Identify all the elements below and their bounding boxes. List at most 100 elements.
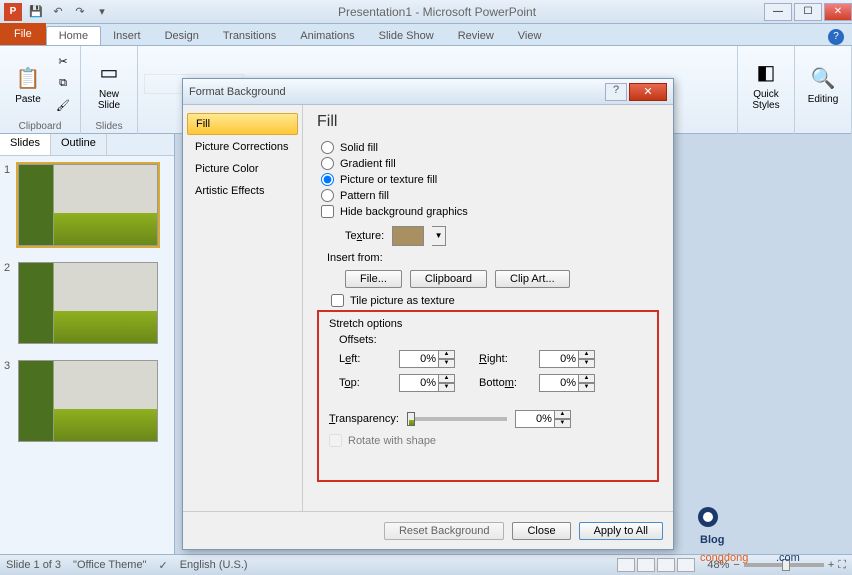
spin-up-icon[interactable]: ▲ — [439, 350, 455, 359]
spin-up-icon[interactable]: ▲ — [439, 374, 455, 383]
quick-styles-button[interactable]: ◧ Quick Styles — [744, 55, 788, 113]
maximize-button[interactable]: ☐ — [794, 3, 822, 21]
slideshow-view-icon[interactable] — [677, 558, 695, 572]
slide-panel: Slides Outline 1 2 3 — [0, 134, 175, 554]
close-dialog-button[interactable]: Close — [512, 522, 570, 540]
copy-icon[interactable]: ⧉ — [52, 74, 74, 94]
dialog-footer: Reset Background Close Apply to All — [183, 511, 673, 549]
spin-up-icon[interactable]: ▲ — [555, 410, 571, 419]
tab-slides-thumbnails[interactable]: Slides — [0, 134, 51, 155]
format-painter-icon[interactable]: 🖌 — [52, 96, 74, 116]
offset-top-input[interactable] — [399, 374, 439, 392]
offset-top-label: Top: — [339, 377, 389, 389]
spin-down-icon[interactable]: ▼ — [579, 359, 595, 368]
spin-down-icon[interactable]: ▼ — [439, 383, 455, 392]
tab-file[interactable]: File — [0, 23, 46, 45]
app-icon: P — [4, 3, 22, 21]
ribbon-tabs: File Home Insert Design Transitions Anim… — [0, 24, 852, 46]
group-editing: 🔍 Editing — [795, 46, 852, 134]
minimize-button[interactable]: — — [764, 3, 792, 21]
zoom-slider[interactable] — [744, 563, 824, 567]
new-slide-button[interactable]: ▭ New Slide — [87, 55, 131, 113]
tab-review[interactable]: Review — [446, 27, 506, 45]
spin-down-icon[interactable]: ▼ — [555, 419, 571, 428]
quick-styles-icon: ◧ — [750, 57, 782, 89]
tab-insert[interactable]: Insert — [101, 27, 153, 45]
paste-icon: 📋 — [12, 62, 44, 94]
dialog-close-button[interactable]: ✕ — [629, 83, 667, 101]
group-clipboard: 📋 Paste ✂ ⧉ 🖌 Clipboard — [0, 46, 81, 134]
insert-clipart-button[interactable]: Clip Art... — [495, 270, 570, 288]
fit-window-icon[interactable]: ⛶ — [838, 559, 846, 572]
tab-view[interactable]: View — [506, 27, 554, 45]
group-drawing: ◧ Quick Styles — [738, 46, 795, 134]
texture-dropdown-icon[interactable]: ▼ — [432, 226, 446, 246]
zoom-out-icon[interactable]: − — [733, 559, 739, 571]
insert-clipboard-button[interactable]: Clipboard — [410, 270, 487, 288]
tab-design[interactable]: Design — [153, 27, 211, 45]
group-slides: ▭ New Slide Slides — [81, 46, 138, 134]
help-icon[interactable]: ? — [828, 29, 844, 45]
spin-down-icon[interactable]: ▼ — [579, 383, 595, 392]
tab-transitions[interactable]: Transitions — [211, 27, 288, 45]
normal-view-icon[interactable] — [617, 558, 635, 572]
nav-picture-corrections[interactable]: Picture Corrections — [187, 137, 298, 157]
transparency-slider[interactable] — [407, 417, 507, 421]
tab-animations[interactable]: Animations — [288, 27, 366, 45]
radio-gradient-fill[interactable] — [321, 157, 334, 170]
slide-counter: Slide 1 of 3 — [6, 559, 61, 571]
radio-solid-fill[interactable] — [321, 141, 334, 154]
paste-button[interactable]: 📋 Paste — [6, 60, 50, 107]
reset-background-button[interactable]: Reset Background — [384, 522, 505, 540]
slide-thumbnail-2[interactable] — [18, 262, 158, 344]
zoom-in-icon[interactable]: + — [828, 559, 834, 571]
apply-to-all-button[interactable]: Apply to All — [579, 522, 663, 540]
texture-swatch[interactable] — [392, 226, 424, 246]
tab-outline[interactable]: Outline — [51, 134, 107, 155]
offset-bottom-label: Bottom: — [479, 377, 529, 389]
reading-view-icon[interactable] — [657, 558, 675, 572]
language-status[interactable]: English (U.S.) — [180, 559, 248, 571]
transparency-label: Transparency: — [329, 413, 399, 425]
texture-label: Texture: — [345, 230, 384, 242]
dialog-titlebar[interactable]: Format Background ? ✕ — [183, 79, 673, 105]
dialog-nav: Fill Picture Corrections Picture Color A… — [183, 105, 303, 511]
spin-up-icon[interactable]: ▲ — [579, 374, 595, 383]
checkbox-hide-bg-graphics[interactable] — [321, 205, 334, 218]
radio-picture-texture-fill[interactable] — [321, 173, 334, 186]
qat-dropdown-icon[interactable]: ▾ — [92, 3, 112, 21]
zoom-level: 48% — [707, 559, 729, 571]
slide-thumbnail-1[interactable] — [18, 164, 158, 246]
window-title: Presentation1 - Microsoft PowerPoint — [112, 5, 762, 19]
spin-up-icon[interactable]: ▲ — [579, 350, 595, 359]
dialog-help-button[interactable]: ? — [605, 83, 627, 101]
undo-icon[interactable]: ↶ — [48, 3, 68, 21]
title-bar: P 💾 ↶ ↷ ▾ Presentation1 - Microsoft Powe… — [0, 0, 852, 24]
slide-thumbnail-3[interactable] — [18, 360, 158, 442]
redo-icon[interactable]: ↷ — [70, 3, 90, 21]
nav-fill[interactable]: Fill — [187, 113, 298, 135]
offset-bottom-input[interactable] — [539, 374, 579, 392]
tab-slideshow[interactable]: Slide Show — [367, 27, 446, 45]
transparency-input[interactable] — [515, 410, 555, 428]
offset-left-input[interactable] — [399, 350, 439, 368]
sorter-view-icon[interactable] — [637, 558, 655, 572]
nav-picture-color[interactable]: Picture Color — [187, 159, 298, 179]
close-button[interactable]: ✕ — [824, 3, 852, 21]
save-icon[interactable]: 💾 — [26, 3, 46, 21]
offset-right-label: Right: — [479, 353, 529, 365]
checkbox-tile-picture[interactable] — [331, 294, 344, 307]
offset-right-input[interactable] — [539, 350, 579, 368]
dialog-content: Fill Solid fill Gradient fill Picture or… — [303, 105, 673, 511]
offsets-label: Offsets: — [339, 334, 651, 346]
spellcheck-icon[interactable]: ✓ — [158, 559, 167, 572]
dialog-title: Format Background — [189, 86, 605, 98]
spin-down-icon[interactable]: ▼ — [439, 359, 455, 368]
new-slide-icon: ▭ — [93, 57, 125, 89]
cut-icon[interactable]: ✂ — [52, 52, 74, 72]
insert-file-button[interactable]: File... — [345, 270, 402, 288]
editing-button[interactable]: 🔍 Editing — [801, 60, 845, 107]
radio-pattern-fill[interactable] — [321, 189, 334, 202]
tab-home[interactable]: Home — [46, 26, 101, 45]
nav-artistic-effects[interactable]: Artistic Effects — [187, 181, 298, 201]
